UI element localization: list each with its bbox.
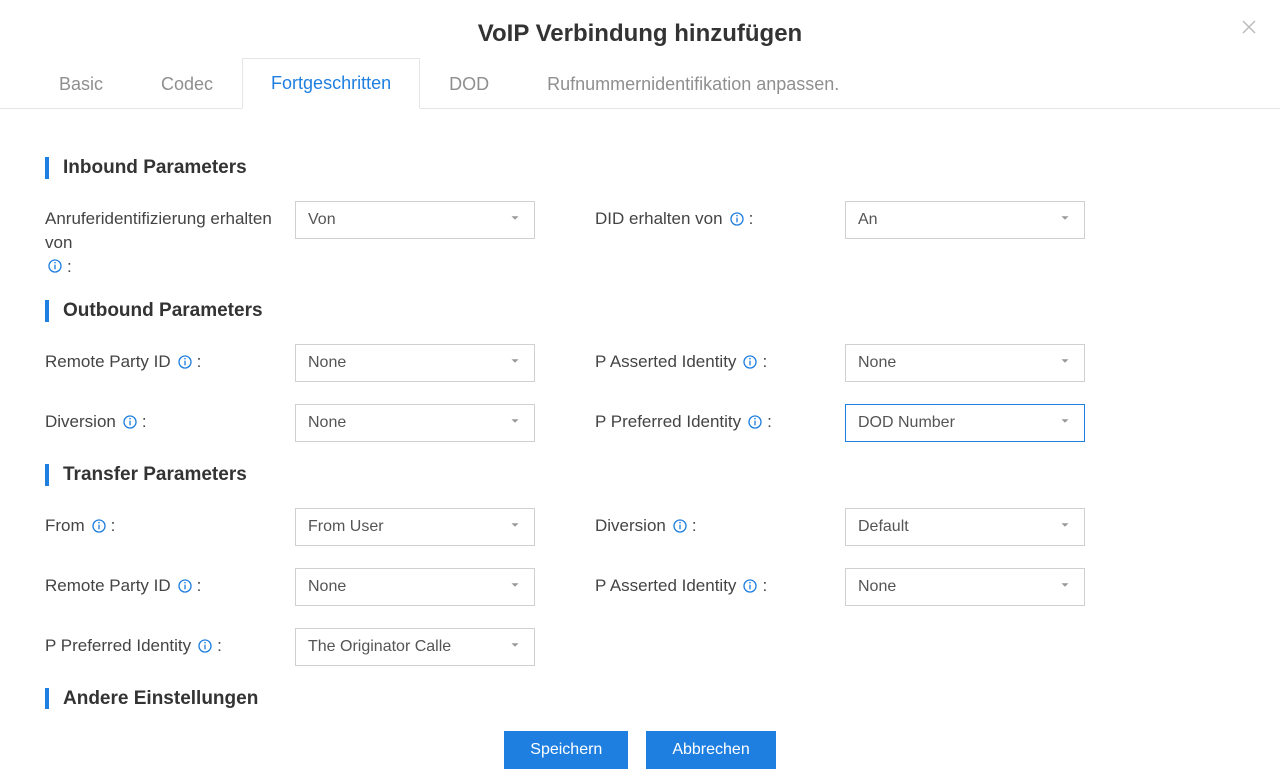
section-bar-icon — [45, 300, 49, 322]
info-icon[interactable] — [177, 354, 193, 370]
label-tr-div: Diversion : — [595, 508, 845, 538]
info-icon[interactable] — [197, 638, 213, 654]
select-out-div[interactable]: None — [295, 404, 535, 442]
dialog-title: VoIP Verbindung hinzufügen — [0, 20, 1280, 48]
field-out-div: Diversion : None — [45, 404, 595, 442]
info-icon[interactable] — [47, 258, 63, 274]
select-out-ppi[interactable]: DOD Number — [845, 404, 1085, 442]
field-out-pai: P Asserted Identity : None — [595, 344, 1145, 382]
section-bar-icon — [45, 157, 49, 179]
section-inbound: Inbound Parameters — [45, 157, 1235, 179]
field-tr-from: From : From User — [45, 508, 595, 546]
chevron-down-icon — [1058, 578, 1072, 597]
label-tr-pai: P Asserted Identity : — [595, 568, 845, 598]
info-icon[interactable] — [747, 414, 763, 430]
section-inbound-title: Inbound Parameters — [63, 157, 247, 179]
select-value: None — [858, 578, 896, 596]
select-value: Von — [308, 211, 336, 229]
chevron-down-icon — [1058, 211, 1072, 230]
field-tr-pai: P Asserted Identity : None — [595, 568, 1145, 606]
info-icon[interactable] — [177, 578, 193, 594]
dialog-header: VoIP Verbindung hinzufügen — [0, 0, 1280, 58]
chevron-down-icon — [1058, 518, 1072, 537]
select-tr-rpid[interactable]: None — [295, 568, 535, 606]
select-value: Default — [858, 518, 909, 536]
select-value: None — [858, 354, 896, 372]
chevron-down-icon — [508, 518, 522, 537]
select-value: None — [308, 414, 346, 432]
section-bar-icon — [45, 688, 49, 709]
section-bar-icon — [45, 464, 49, 486]
select-value: The Originator Calle — [308, 638, 451, 656]
select-tr-from[interactable]: From User — [295, 508, 535, 546]
dialog: VoIP Verbindung hinzufügen Basic Codec F… — [0, 0, 1280, 781]
label-tr-from: From : — [45, 508, 295, 538]
info-icon[interactable] — [729, 211, 745, 227]
section-outbound: Outbound Parameters — [45, 300, 1235, 322]
section-transfer-title: Transfer Parameters — [63, 464, 247, 486]
chevron-down-icon — [508, 354, 522, 373]
cancel-button[interactable]: Abbrechen — [646, 731, 775, 769]
chevron-down-icon — [1058, 414, 1072, 433]
field-tr-div: Diversion : Default — [595, 508, 1145, 546]
tab-advanced[interactable]: Fortgeschritten — [242, 58, 420, 109]
label-out-ppi: P Preferred Identity : — [595, 404, 845, 434]
info-icon[interactable] — [122, 414, 138, 430]
select-tr-div[interactable]: Default — [845, 508, 1085, 546]
tabs: Basic Codec Fortgeschritten DOD Rufnumme… — [0, 58, 1280, 109]
label-out-pai: P Asserted Identity : — [595, 344, 845, 374]
chevron-down-icon — [1058, 354, 1072, 373]
section-other: Andere Einstellungen — [45, 688, 1235, 709]
info-icon[interactable] — [742, 578, 758, 594]
label-inbound-did: DID erhalten von : — [595, 201, 845, 231]
label-out-div: Diversion : — [45, 404, 295, 434]
label-tr-rpid: Remote Party ID : — [45, 568, 295, 598]
field-tr-ppi: P Preferred Identity : The Originator Ca… — [45, 628, 595, 666]
info-icon[interactable] — [91, 518, 107, 534]
field-inbound-callerid: Anruferidentifizierung erhalten von : Vo… — [45, 201, 595, 278]
select-value: An — [858, 211, 878, 229]
save-button[interactable]: Speichern — [504, 731, 628, 769]
section-transfer: Transfer Parameters — [45, 464, 1235, 486]
field-out-rpid: Remote Party ID : None — [45, 344, 595, 382]
content: Inbound Parameters Anruferidentifizierun… — [0, 109, 1280, 709]
info-icon[interactable] — [672, 518, 688, 534]
select-out-rpid[interactable]: None — [295, 344, 535, 382]
select-value: From User — [308, 518, 384, 536]
chevron-down-icon — [508, 211, 522, 230]
chevron-down-icon — [508, 414, 522, 433]
field-out-ppi: P Preferred Identity : DOD Number — [595, 404, 1145, 442]
section-other-title: Andere Einstellungen — [63, 688, 258, 709]
select-value: None — [308, 354, 346, 372]
section-outbound-title: Outbound Parameters — [63, 300, 263, 322]
info-icon[interactable] — [742, 354, 758, 370]
select-value: None — [308, 578, 346, 596]
footer: Speichern Abbrechen — [0, 731, 1280, 769]
chevron-down-icon — [508, 638, 522, 657]
select-inbound-callerid[interactable]: Von — [295, 201, 535, 239]
tab-codec[interactable]: Codec — [132, 59, 242, 109]
select-tr-ppi[interactable]: The Originator Calle — [295, 628, 535, 666]
tab-basic[interactable]: Basic — [30, 59, 132, 109]
tab-callerid[interactable]: Rufnummernidentifikation anpassen. — [518, 59, 868, 109]
label-tr-ppi: P Preferred Identity : — [45, 628, 295, 658]
select-inbound-did[interactable]: An — [845, 201, 1085, 239]
field-tr-rpid: Remote Party ID : None — [45, 568, 595, 606]
tab-dod[interactable]: DOD — [420, 59, 518, 109]
select-value: DOD Number — [858, 414, 955, 432]
label-out-rpid: Remote Party ID : — [45, 344, 295, 374]
select-tr-pai[interactable]: None — [845, 568, 1085, 606]
label-inbound-callerid: Anruferidentifizierung erhalten von : — [45, 201, 295, 278]
close-icon[interactable] — [1240, 18, 1258, 41]
chevron-down-icon — [508, 578, 522, 597]
field-inbound-did: DID erhalten von : An — [595, 201, 1145, 278]
select-out-pai[interactable]: None — [845, 344, 1085, 382]
